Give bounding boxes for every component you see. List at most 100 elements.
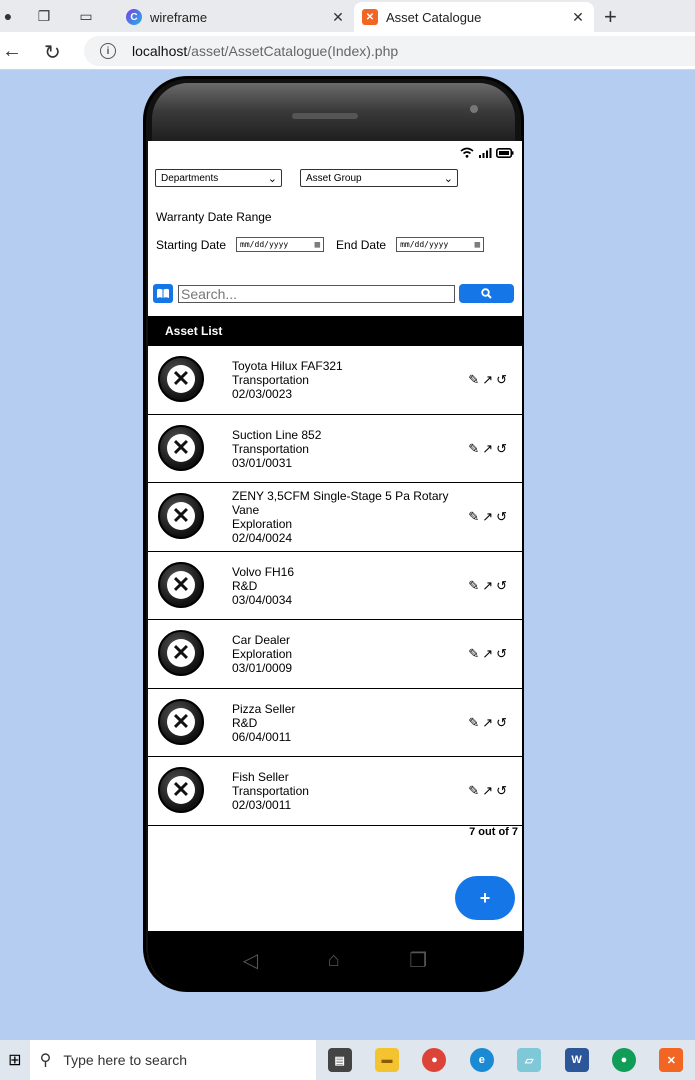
calendar-icon[interactable]: ▦: [315, 240, 320, 250]
notes-app-icon[interactable]: ▱: [505, 1040, 552, 1080]
edit-icon[interactable]: ✎: [468, 646, 479, 662]
xampp-taskbar-icon[interactable]: ✕: [648, 1040, 695, 1080]
warranty-range-label: Warranty Date Range: [156, 210, 272, 224]
share-icon[interactable]: ↗: [482, 509, 493, 525]
tab-wireframe[interactable]: C wireframe ✕: [118, 2, 354, 32]
asset-list: ✕ Toyota Hilux FAF321 Transportation 02/…: [148, 346, 522, 826]
asset-name: Suction Line 852: [232, 427, 322, 442]
url-field[interactable]: i localhost/asset/AssetCatalogue(Index).…: [84, 36, 695, 66]
history-icon[interactable]: ↺: [496, 509, 507, 525]
asset-date: 06/04/0011: [232, 729, 292, 744]
tab-asset-catalogue[interactable]: ✕ Asset Catalogue ✕: [354, 2, 594, 32]
departments-select[interactable]: Departments ⌄: [155, 169, 282, 187]
list-item[interactable]: ✕ Car Dealer Exploration 03/01/0009 ✎ ↗ ↺: [148, 620, 522, 689]
chrome-icon[interactable]: ●: [411, 1040, 458, 1080]
phone-screen: Departments ⌄ Asset Group ⌄ Warranty Dat…: [148, 141, 522, 931]
history-icon[interactable]: ↺: [496, 441, 507, 457]
list-item[interactable]: ✕ Toyota Hilux FAF321 Transportation 02/…: [148, 346, 522, 415]
url-host: localhost: [132, 43, 188, 59]
history-icon[interactable]: ↺: [496, 646, 507, 662]
history-icon[interactable]: ↺: [496, 578, 507, 594]
list-item[interactable]: ✕ Suction Line 852 Transportation 03/01/…: [148, 415, 522, 483]
asset-info: Fish Seller Transportation 02/03/0011: [232, 770, 462, 812]
asset-department: Transportation: [232, 784, 309, 798]
search-button[interactable]: [459, 284, 514, 303]
workspaces-icon[interactable]: ❐: [36, 8, 52, 24]
share-icon[interactable]: ↗: [482, 715, 493, 731]
edit-icon[interactable]: ✎: [468, 372, 479, 388]
history-icon[interactable]: ↺: [496, 372, 507, 388]
profile-icon[interactable]: ●: [0, 8, 16, 24]
edit-icon[interactable]: ✎: [468, 715, 479, 731]
asset-group-select[interactable]: Asset Group ⌄: [300, 169, 458, 187]
end-date-input[interactable]: mm/dd/yyyy ▦: [396, 237, 485, 252]
taskbar-search-box[interactable]: ⚲ Type here to search: [29, 1040, 316, 1080]
new-tab-button[interactable]: +: [604, 4, 617, 30]
search-input[interactable]: Search...: [178, 284, 455, 303]
row-actions: ✎ ↗ ↺: [468, 441, 507, 457]
os-taskbar: ⊞ ⚲ Type here to search ▤ ▬ ● e ▱ W ● ✕: [0, 1040, 695, 1080]
start-date-label: Starting Date: [156, 237, 227, 252]
add-asset-button[interactable]: +: [455, 876, 515, 920]
asset-logo: ✕: [158, 767, 204, 813]
address-bar-row: ← ↻ i localhost/asset/AssetCatalogue(Ind…: [0, 32, 695, 70]
chevron-down-icon: ⌄: [267, 172, 277, 185]
xampp-icon: ✕: [362, 9, 378, 25]
tab-close-icon[interactable]: ✕: [568, 9, 588, 26]
asset-info: Suction Line 852 Transportation 03/01/00…: [232, 428, 462, 470]
list-item[interactable]: ✕ Fish Seller Transportation 02/03/0011 …: [148, 757, 522, 826]
site-info-icon[interactable]: i: [100, 43, 116, 59]
asset-list-header: Asset List: [148, 316, 522, 346]
history-icon[interactable]: ↺: [496, 783, 507, 799]
tab-close-icon[interactable]: ✕: [328, 9, 348, 26]
asset-date: 03/04/0034: [232, 592, 293, 607]
edit-icon[interactable]: ✎: [468, 441, 479, 457]
calendar-icon[interactable]: ▦: [475, 240, 480, 250]
row-actions: ✎ ↗ ↺: [468, 578, 507, 594]
asset-name: Volvo FH16: [232, 564, 295, 579]
recents-nav-icon[interactable]: ❐: [409, 948, 427, 973]
share-icon[interactable]: ↗: [482, 578, 493, 594]
home-nav-icon[interactable]: ⌂: [328, 949, 340, 972]
asset-date: 02/04/0024: [232, 531, 293, 545]
share-icon[interactable]: ↗: [482, 646, 493, 662]
asset-date: 03/01/0031: [232, 455, 293, 470]
asset-department: Transportation: [232, 373, 309, 387]
phone-speaker: [292, 113, 358, 119]
canva-icon: C: [126, 9, 142, 25]
back-nav-icon[interactable]: ◁: [243, 948, 258, 973]
book-icon[interactable]: [153, 284, 173, 303]
share-icon[interactable]: ↗: [482, 783, 493, 799]
departments-select-value: Departments: [161, 172, 219, 184]
tab-actions-icon[interactable]: ▭: [78, 8, 94, 24]
edit-icon[interactable]: ✎: [468, 783, 479, 799]
row-actions: ✎ ↗ ↺: [468, 646, 507, 662]
asset-name: Toyota Hilux FAF321: [232, 359, 343, 373]
asset-department: Exploration: [232, 517, 293, 531]
edit-icon[interactable]: ✎: [468, 578, 479, 594]
reload-icon[interactable]: ↻: [44, 40, 61, 65]
word-icon[interactable]: W: [553, 1040, 600, 1080]
phone-top-bezel: [152, 83, 515, 145]
share-icon[interactable]: ↗: [482, 372, 493, 388]
share-icon[interactable]: ↗: [482, 441, 493, 457]
asset-info: Volvo FH16 R&D 03/04/0034: [232, 565, 462, 607]
row-actions: ✎ ↗ ↺: [468, 372, 507, 388]
edit-icon[interactable]: ✎: [468, 509, 479, 525]
back-arrow-icon[interactable]: ←: [2, 40, 22, 63]
asset-info: Pizza Seller R&D 06/04/0011: [232, 702, 462, 744]
search-icon: ⚲: [39, 1052, 52, 1069]
task-view-icon[interactable]: ▤: [316, 1040, 363, 1080]
file-explorer-icon[interactable]: ▬: [363, 1040, 410, 1080]
list-item[interactable]: ✕ ZENY 3,5CFM Single-Stage 5 Pa Rotary V…: [148, 483, 522, 552]
search-row: Search...: [153, 284, 514, 303]
list-item[interactable]: ✕ Volvo FH16 R&D 03/04/0034 ✎ ↗ ↺: [148, 552, 522, 620]
chrome-profile-icon[interactable]: ●: [600, 1040, 647, 1080]
history-icon[interactable]: ↺: [496, 715, 507, 731]
date-range-row: Starting Date mm/dd/yyyy ▦ End Date mm/d…: [156, 237, 485, 252]
asset-department: Transportation: [232, 441, 309, 456]
list-item[interactable]: ✕ Pizza Seller R&D 06/04/0011 ✎ ↗ ↺: [148, 689, 522, 757]
windows-start-icon[interactable]: ⊞: [0, 1040, 30, 1080]
edge-icon[interactable]: e: [458, 1040, 505, 1080]
start-date-input[interactable]: mm/dd/yyyy ▦: [236, 237, 325, 252]
